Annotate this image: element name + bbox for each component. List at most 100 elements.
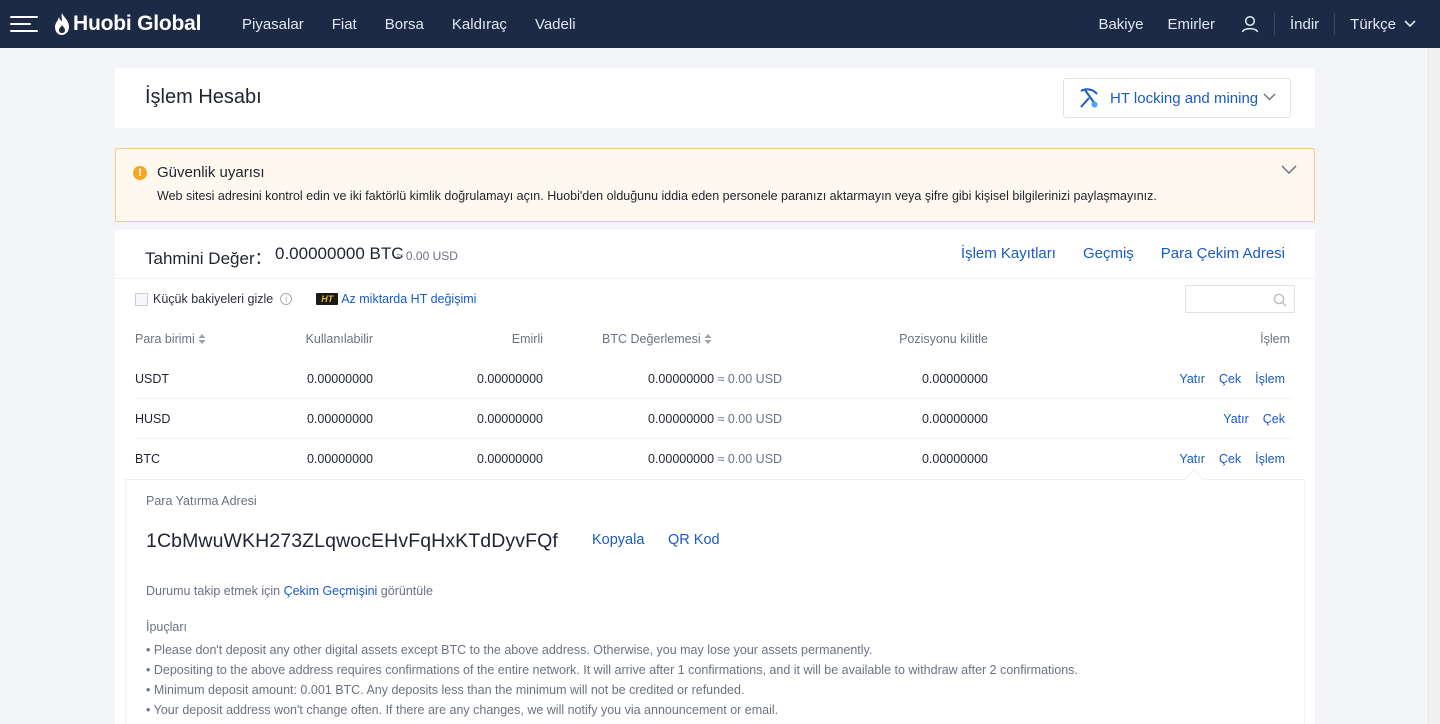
nav-separator xyxy=(1334,13,1336,35)
page-scrollbar[interactable] xyxy=(1428,48,1440,724)
hide-small-balances-label: Küçük bakiyeleri gizle xyxy=(153,292,274,306)
page-title: İşlem Hesabı xyxy=(145,86,262,108)
huobi-logo[interactable]: Huobi Global xyxy=(54,10,201,38)
warning-title: Güvenlik uyarısı xyxy=(157,164,265,181)
logo-text: Huobi Global xyxy=(73,12,202,35)
ht-locking-label: HT locking and mining xyxy=(1110,89,1259,107)
cell-ordered: 0.00000000 xyxy=(476,372,543,386)
menu-icon[interactable] xyxy=(10,13,38,35)
cell-btc-value: 0.00000000 ≈ 0.00 USD xyxy=(648,372,783,386)
cell-locked: 0.00000000 xyxy=(921,372,988,386)
deposit-status-text: Durumu takip etmek için Çekim Geçmişini … xyxy=(146,584,433,598)
row-actions: Yatır Çek İşlem xyxy=(1165,372,1285,386)
ht-locking-select[interactable]: HT locking and mining xyxy=(1063,78,1291,118)
sort-icon xyxy=(198,334,206,344)
qr-code-button[interactable]: QR Kod xyxy=(668,532,720,548)
top-navbar: Huobi Global Piyasalar Fiat Borsa Kaldır… xyxy=(0,0,1440,48)
language-select[interactable]: Türkçe xyxy=(1350,16,1416,33)
nav-orders[interactable]: Emirler xyxy=(1167,16,1215,33)
cell-currency: USDT xyxy=(135,372,170,386)
warning-icon: ! xyxy=(133,166,147,180)
cell-locked: 0.00000000 xyxy=(921,412,988,426)
header-ordered: Emirli xyxy=(511,332,543,346)
summary-links: İşlem Kayıtları Geçmiş Para Çekim Adresi xyxy=(934,245,1285,262)
cell-locked: 0.00000000 xyxy=(921,452,988,466)
hide-small-balances-checkbox[interactable] xyxy=(135,292,148,306)
header-locked: Pozisyonu kilitle xyxy=(899,332,988,346)
language-label: Türkçe xyxy=(1350,15,1396,33)
tips-list: • Please don't deposit any other digital… xyxy=(146,640,1078,720)
nav-download[interactable]: İndir xyxy=(1290,16,1319,33)
chevron-down-icon[interactable] xyxy=(1280,163,1298,177)
estimated-value-usd: ≈ 0.00 USD xyxy=(396,249,458,263)
search-icon[interactable] xyxy=(1273,293,1287,307)
row-divider xyxy=(135,438,1291,439)
cell-available: 0.00000000 xyxy=(306,412,373,426)
cell-ordered: 0.00000000 xyxy=(476,452,543,466)
withdraw-link[interactable]: Çek xyxy=(1219,372,1241,386)
balances-card: Tahmini Değer： 0.00000000 BTC ≈ 0.00 USD… xyxy=(115,230,1315,724)
tip-item: • Your deposit address won't change ofte… xyxy=(146,703,779,717)
sort-icon xyxy=(704,334,712,344)
user-icon[interactable] xyxy=(1241,15,1259,33)
nav-futures[interactable]: Vadeli xyxy=(535,16,576,33)
history-link[interactable]: Geçmiş xyxy=(1083,245,1134,262)
tips-title: İpuçları xyxy=(146,620,187,634)
cell-currency: HUSD xyxy=(135,412,171,426)
main-nav: Piyasalar Fiat Borsa Kaldıraç Vadeli xyxy=(242,0,604,48)
row-divider xyxy=(135,398,1291,399)
account-header: İşlem Hesabı HT locking and mining xyxy=(115,68,1315,128)
cell-available: 0.00000000 xyxy=(306,372,373,386)
trade-records-link[interactable]: İşlem Kayıtları xyxy=(961,245,1056,262)
nav-markets[interactable]: Piyasalar xyxy=(242,16,304,33)
header-currency[interactable]: Para birimi xyxy=(135,332,206,346)
cell-btc-value: 0.00000000 ≈ 0.00 USD xyxy=(648,412,783,426)
trade-link[interactable]: İşlem xyxy=(1255,372,1285,386)
tip-item: • Depositing to the above address requir… xyxy=(146,663,1078,677)
nav-margin[interactable]: Kaldıraç xyxy=(452,16,507,33)
ht-exchange-link[interactable]: Az miktarda HT değişimi xyxy=(341,292,476,306)
trade-link[interactable]: İşlem xyxy=(1255,452,1285,466)
row-actions: Yatır Çek İşlem xyxy=(1165,452,1285,466)
row-actions: Yatır Çek xyxy=(1209,412,1285,426)
nav-separator xyxy=(1273,13,1275,35)
estimated-value-label: Tahmini Değer： xyxy=(145,249,272,268)
deposit-link[interactable]: Yatır xyxy=(1179,372,1204,386)
deposit-address[interactable]: 1CbMwuWKH273ZLqwocEHvFqHxKTdDyvFQf xyxy=(146,530,558,553)
deposit-link[interactable]: Yatır xyxy=(1223,412,1248,426)
cell-ordered: 0.00000000 xyxy=(476,412,543,426)
pickaxe-icon xyxy=(1080,88,1098,108)
cell-available: 0.00000000 xyxy=(306,452,373,466)
header-available: Kullanılabilir xyxy=(305,332,373,346)
tip-item: • Please don't deposit any other digital… xyxy=(146,643,873,657)
copy-button[interactable]: Kopyala xyxy=(592,532,644,548)
withdraw-link[interactable]: Çek xyxy=(1219,452,1241,466)
nav-right: Bakiye Emirler İndir Türkçe xyxy=(1098,0,1416,48)
ht-logo-icon: HT xyxy=(316,293,339,305)
filter-row: Küçük bakiyeleri gizle i HT Az miktarda … xyxy=(135,290,476,308)
nav-balance[interactable]: Bakiye xyxy=(1098,16,1143,33)
deposit-panel: Para Yatırma Adresi 1CbMwuWKH273ZLqwocEH… xyxy=(125,479,1305,724)
header-action: İşlem xyxy=(1260,332,1290,346)
deposit-address-label: Para Yatırma Adresi xyxy=(146,494,257,508)
chevron-down-icon xyxy=(1404,20,1416,28)
search-box xyxy=(1185,285,1295,313)
warning-text: Web sitesi adresini kontrol edin ve iki … xyxy=(157,189,1157,203)
flame-icon xyxy=(55,13,69,35)
info-icon[interactable]: i xyxy=(280,293,293,305)
cell-currency: BTC xyxy=(135,452,160,466)
chevron-down-icon xyxy=(1263,93,1276,101)
tip-item: • Minimum deposit amount: 0.001 BTC. Any… xyxy=(146,683,745,697)
withdraw-link[interactable]: Çek xyxy=(1263,412,1285,426)
header-btc-value[interactable]: BTC Değerlemesi xyxy=(602,332,712,346)
nav-fiat[interactable]: Fiat xyxy=(332,16,357,33)
withdraw-history-link[interactable]: Çekim Geçmişini xyxy=(284,584,378,598)
cell-btc-value: 0.00000000 ≈ 0.00 USD xyxy=(648,452,783,466)
deposit-link[interactable]: Yatır xyxy=(1179,452,1204,466)
security-warning: ! Güvenlik uyarısı Web sitesi adresini k… xyxy=(115,148,1315,222)
search-input[interactable] xyxy=(1192,290,1272,308)
estimated-value-btc: 0.00000000 BTC xyxy=(275,244,404,263)
divider xyxy=(115,278,1315,279)
withdraw-address-link[interactable]: Para Çekim Adresi xyxy=(1161,245,1285,262)
nav-exchange[interactable]: Borsa xyxy=(385,16,424,33)
